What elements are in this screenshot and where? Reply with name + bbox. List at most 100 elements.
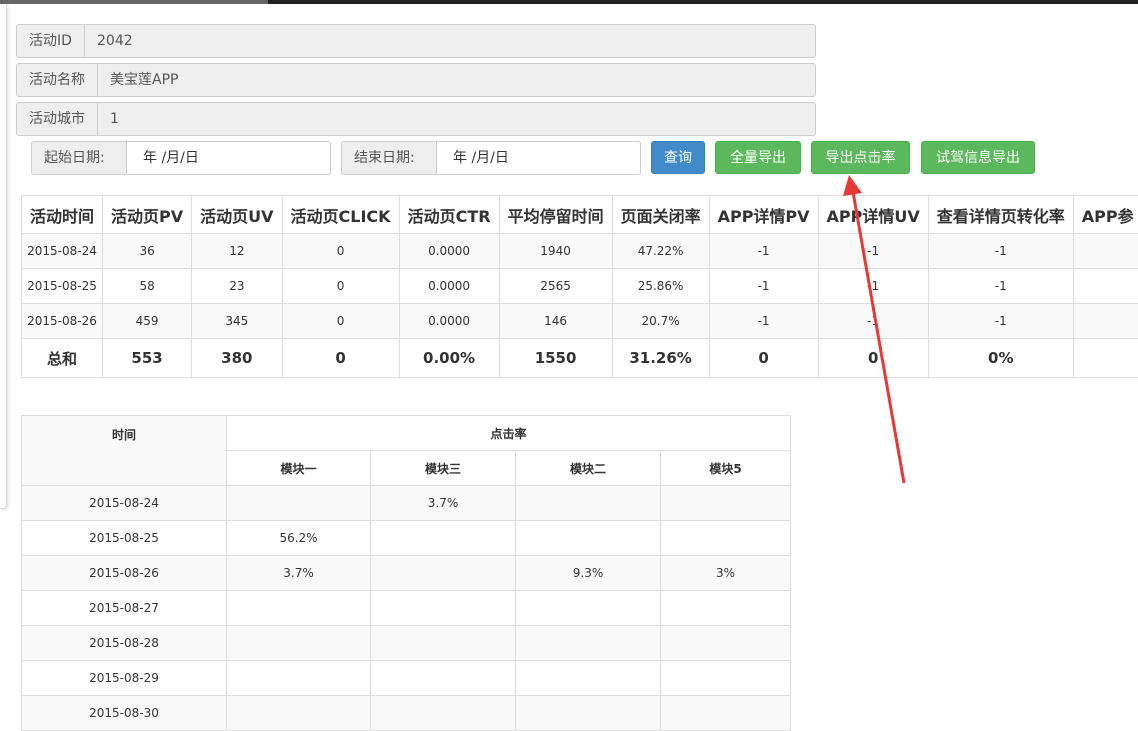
- stats-cell: 1940: [499, 234, 612, 269]
- module-header: 模块5: [661, 451, 791, 486]
- stats-header-row: 活动时间 活动页PV 活动页UV 活动页CLICK 活动页CTR 平均停留时间 …: [22, 196, 1138, 234]
- click-cell: [661, 521, 791, 556]
- total-cell: 380: [192, 339, 282, 378]
- table-row: 2015-08-30: [22, 696, 791, 731]
- stats-cell: 25.86%: [612, 269, 709, 304]
- stats-table: 活动时间 活动页PV 活动页UV 活动页CLICK 活动页CTR 平均停留时间 …: [21, 195, 1138, 378]
- click-cell: [227, 661, 371, 696]
- click-rate-table: 时间 点击率 模块一 模块三 模块二 模块5 2015-08-24 3.7% 2…: [21, 415, 791, 731]
- stats-cell: -1: [818, 269, 928, 304]
- click-cell: [661, 626, 791, 661]
- click-cell: 2015-08-26: [22, 556, 227, 591]
- click-cell: 2015-08-25: [22, 521, 227, 556]
- total-cell: 31.26%: [612, 339, 709, 378]
- stats-cell: -1: [709, 269, 818, 304]
- activity-city-row: 活动城市 1: [16, 102, 816, 136]
- top-bar: [0, 0, 1138, 4]
- click-cell: [661, 486, 791, 521]
- stats-cell: 0: [282, 234, 399, 269]
- click-cell: [516, 661, 661, 696]
- table-row: 2015-08-26 459 345 0 0.0000 146 20.7% -1…: [22, 304, 1138, 339]
- click-cell: [227, 696, 371, 731]
- export-click-rate-button[interactable]: 导出点击率: [811, 141, 910, 174]
- total-cell: 1550: [499, 339, 612, 378]
- activity-id-label: 活动ID: [17, 25, 85, 57]
- stats-cell: -1: [818, 304, 928, 339]
- click-cell: 3.7%: [227, 556, 371, 591]
- stats-cell: 2015-08-26: [22, 304, 103, 339]
- activity-name-label: 活动名称: [17, 64, 98, 96]
- stats-cell: -1: [818, 234, 928, 269]
- total-row: 总和 553 380 0 0.00% 1550 31.26% 0 0 0%: [22, 339, 1138, 378]
- stats-cell: [1073, 269, 1138, 304]
- click-cell: [371, 591, 516, 626]
- top-bar-segment: [0, 0, 268, 4]
- stats-cell: 58: [103, 269, 192, 304]
- total-cell: 0%: [928, 339, 1073, 378]
- stats-cell: -1: [709, 234, 818, 269]
- click-cell: [516, 486, 661, 521]
- stats-header-cell: APP参: [1073, 196, 1138, 234]
- stats-header-cell: 平均停留时间: [499, 196, 612, 234]
- activity-name-row: 活动名称 美宝莲APP: [16, 63, 816, 97]
- click-cell: [371, 696, 516, 731]
- export-test-drive-button[interactable]: 试驾信息导出: [921, 141, 1035, 174]
- click-cell: 2015-08-29: [22, 661, 227, 696]
- query-button[interactable]: 查询: [651, 141, 705, 174]
- click-cell: [227, 626, 371, 661]
- side-panel-edge: [0, 4, 7, 509]
- click-cell: 56.2%: [227, 521, 371, 556]
- end-date-group: 结束日期: 年 /月/日: [341, 141, 641, 175]
- start-date-input[interactable]: 年 /月/日: [127, 142, 329, 174]
- stats-cell: 345: [192, 304, 282, 339]
- stats-cell: 146: [499, 304, 612, 339]
- arrow-head: [843, 175, 862, 196]
- total-cell: 0: [709, 339, 818, 378]
- stats-header-cell: 活动页CTR: [399, 196, 499, 234]
- total-cell: 553: [103, 339, 192, 378]
- stats-cell: 2015-08-25: [22, 269, 103, 304]
- time-header: 时间: [22, 416, 227, 486]
- click-cell: 2015-08-27: [22, 591, 227, 626]
- stats-cell: 23: [192, 269, 282, 304]
- stats-cell: 47.22%: [612, 234, 709, 269]
- click-cell: [371, 556, 516, 591]
- end-date-input[interactable]: 年 /月/日: [437, 142, 639, 174]
- total-cell: 总和: [22, 339, 103, 378]
- table-row: 2015-08-28: [22, 626, 791, 661]
- start-date-group: 起始日期: 年 /月/日: [31, 141, 331, 175]
- stats-header-cell: 活动页UV: [192, 196, 282, 234]
- activity-id-row: 活动ID 2042: [16, 24, 816, 58]
- stats-cell: -1: [928, 234, 1073, 269]
- stats-cell: [1073, 234, 1138, 269]
- module-header: 模块一: [227, 451, 371, 486]
- click-cell: [661, 591, 791, 626]
- module-header: 模块二: [516, 451, 661, 486]
- stats-header-cell: APP详情UV: [818, 196, 928, 234]
- table-row: 2015-08-25 56.2%: [22, 521, 791, 556]
- export-all-button[interactable]: 全量导出: [715, 141, 801, 174]
- click-cell: 3.7%: [371, 486, 516, 521]
- click-cell: [516, 591, 661, 626]
- stats-cell: 459: [103, 304, 192, 339]
- table-row: 2015-08-29: [22, 661, 791, 696]
- stats-header-cell: 活动页CLICK: [282, 196, 399, 234]
- click-cell: 2015-08-30: [22, 696, 227, 731]
- total-cell: 0.00%: [399, 339, 499, 378]
- stats-cell: 20.7%: [612, 304, 709, 339]
- stats-cell: -1: [928, 304, 1073, 339]
- click-cell: [227, 591, 371, 626]
- activity-city-value: 1: [98, 103, 131, 135]
- stats-cell: [1073, 304, 1138, 339]
- click-cell: 2015-08-28: [22, 626, 227, 661]
- stats-cell: -1: [709, 304, 818, 339]
- click-cell: [516, 626, 661, 661]
- stats-cell: 0: [282, 304, 399, 339]
- table-row: 2015-08-24 36 12 0 0.0000 1940 47.22% -1…: [22, 234, 1138, 269]
- click-cell: [516, 696, 661, 731]
- stats-header-cell: APP详情PV: [709, 196, 818, 234]
- click-cell: [516, 521, 661, 556]
- table-row: 2015-08-24 3.7%: [22, 486, 791, 521]
- stats-cell: 0.0000: [399, 269, 499, 304]
- stats-header-cell: 页面关闭率: [612, 196, 709, 234]
